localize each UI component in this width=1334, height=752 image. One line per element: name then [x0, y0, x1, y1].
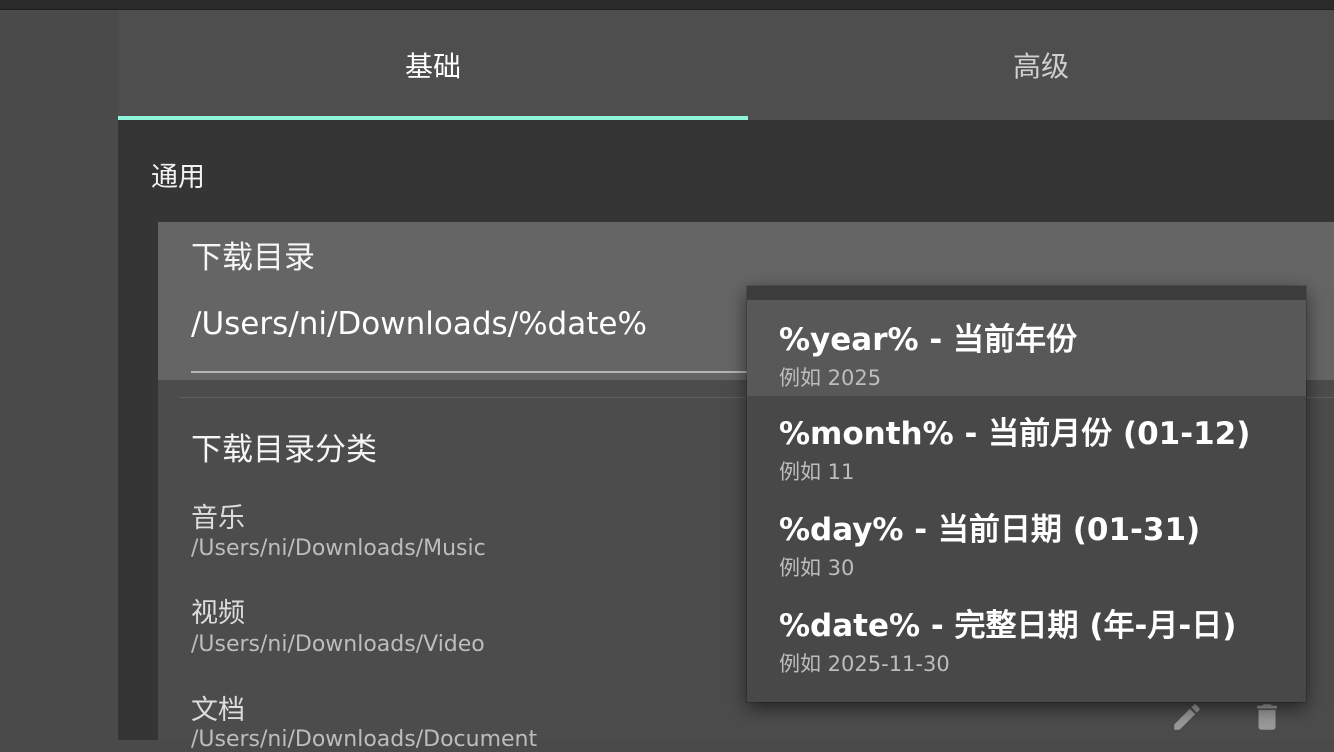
trash-icon[interactable]: [1250, 700, 1284, 738]
menu-item-day[interactable]: %day% - 当前日期 (01-31) 例如 30: [747, 492, 1306, 588]
menu-top-strip: [747, 286, 1306, 300]
section-title: 通用: [151, 162, 205, 193]
menu-item-title: %year% - 当前年份: [779, 322, 1078, 358]
menu-item-title: %date% - 完整日期 (年-月-日): [779, 608, 1237, 644]
menu-item-example: 例如 30: [779, 556, 855, 580]
menu-item-year[interactable]: %year% - 当前年份 例如 2025: [747, 300, 1306, 396]
pencil-icon[interactable]: [1170, 700, 1204, 738]
category-path-music: /Users/ni/Downloads/Music: [191, 536, 486, 561]
window-top-border: [0, 0, 1334, 10]
menu-item-date[interactable]: %date% - 完整日期 (年-月-日) 例如 2025-11-30: [747, 588, 1306, 684]
tab-advanced[interactable]: 高级: [748, 10, 1334, 120]
menu-item-example: 例如 11: [779, 460, 855, 484]
category-name-music: 音乐: [191, 503, 245, 534]
download-dir-underline: [191, 371, 747, 373]
tab-bar: 基础 高级: [118, 10, 1334, 120]
menu-item-example: 例如 2025-11-30: [779, 652, 950, 676]
category-name-video: 视频: [191, 598, 245, 629]
category-name-document: 文档: [191, 695, 245, 726]
placeholder-dropdown-menu: %year% - 当前年份 例如 2025 %month% - 当前月份 (01…: [747, 286, 1306, 702]
menu-item-example: 例如 2025: [779, 366, 882, 390]
categories-title: 下载目录分类: [191, 432, 377, 468]
menu-item-title: %month% - 当前月份 (01-12): [779, 416, 1251, 452]
download-dir-label: 下载目录: [191, 240, 315, 276]
download-dir-input[interactable]: [191, 306, 747, 342]
menu-item-title: %day% - 当前日期 (01-31): [779, 512, 1201, 548]
tab-basic[interactable]: 基础: [118, 10, 748, 120]
menu-item-month[interactable]: %month% - 当前月份 (01-12) 例如 11: [747, 396, 1306, 492]
category-path-video: /Users/ni/Downloads/Video: [191, 632, 485, 657]
